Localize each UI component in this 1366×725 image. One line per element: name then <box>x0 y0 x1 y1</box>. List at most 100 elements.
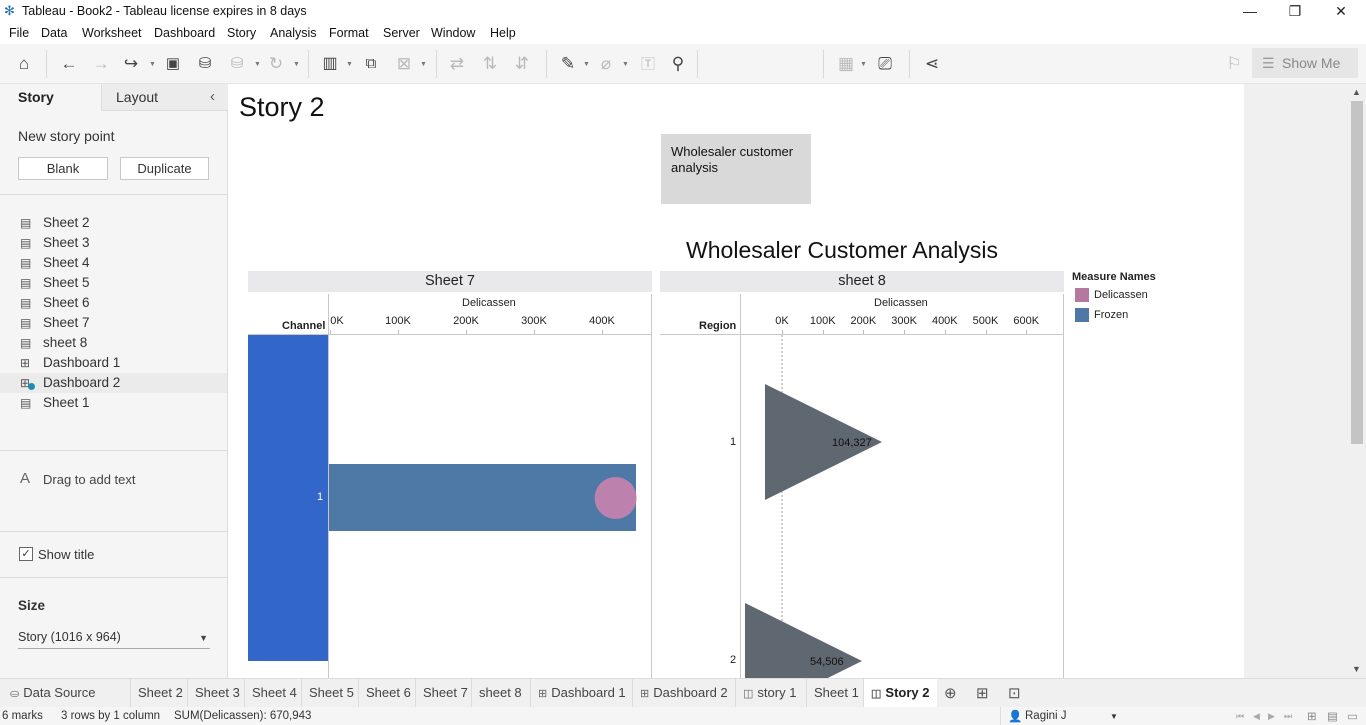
new-worksheet-dropdown-icon[interactable]: ▼ <box>346 61 353 68</box>
status-marks: 6 marks <box>2 710 43 722</box>
size-select[interactable]: Story (1016 x 964) ▼ <box>18 627 210 649</box>
tab-story[interactable]: Story <box>0 84 101 111</box>
tab-dashboard[interactable]: ⊞ Dashboard 2 <box>632 679 735 708</box>
tab-sheet[interactable]: Sheet 1 <box>806 679 863 708</box>
sheet-item[interactable]: ▤ sheet 8 <box>0 333 227 353</box>
sort-asc-icon[interactable]: ⇅ <box>478 52 502 76</box>
menu-data[interactable]: Data <box>41 26 67 40</box>
dashboard-icon: ⊞ <box>20 356 31 370</box>
prev-sheet-icon[interactable]: ◀ <box>1253 711 1260 722</box>
highlight-dropdown-icon[interactable]: ▼ <box>583 61 590 68</box>
save-icon[interactable]: ▣ <box>161 52 185 76</box>
tab-sheet[interactable]: Sheet 6 <box>358 679 415 708</box>
replay-dropdown-icon[interactable]: ▼ <box>149 61 156 68</box>
sheet-item[interactable]: ▤ Sheet 5 <box>0 273 227 293</box>
last-sheet-icon[interactable]: ⏭ <box>1284 711 1292 722</box>
tab-sheet[interactable]: Sheet 2 <box>130 679 187 708</box>
first-sheet-icon[interactable]: ⏮ <box>1236 711 1244 722</box>
show-cards-dropdown-icon[interactable]: ▼ <box>860 61 867 68</box>
tab-sheet[interactable]: Sheet 4 <box>244 679 301 708</box>
highlight-icon[interactable]: ✎ <box>556 52 580 76</box>
legend-swatch-frozen[interactable] <box>1075 308 1089 322</box>
undo-icon[interactable]: ← <box>57 52 81 76</box>
swap-icon[interactable]: ⇄ <box>445 52 469 76</box>
scroll-up-icon[interactable]: ▲ <box>1352 87 1361 97</box>
divider <box>0 194 227 195</box>
sheet-item[interactable]: ⊞ Dashboard 2 <box>0 373 227 393</box>
tab-data-source[interactable]: ⛀ Data Source <box>0 679 130 708</box>
show-me-button[interactable]: ☰ Show Me <box>1252 48 1358 78</box>
next-sheet-icon[interactable]: ▶ <box>1268 711 1275 722</box>
sheet-item[interactable]: ⊞ Dashboard 1 <box>0 353 227 373</box>
new-worksheet-icon[interactable]: ▥ <box>318 52 342 76</box>
collapse-icon[interactable]: ‹ <box>210 88 215 105</box>
new-worksheet-tab-icon[interactable]: ⊕ <box>944 684 957 702</box>
sheet-item[interactable]: ▤ Sheet 4 <box>0 253 227 273</box>
show-cards-icon[interactable]: ▦ <box>834 52 858 76</box>
clear-dropdown-icon[interactable]: ▼ <box>420 61 427 68</box>
legend-label-delicassen[interactable]: Delicassen <box>1094 289 1148 301</box>
menu-server[interactable]: Server <box>383 26 420 40</box>
new-story-tab-icon[interactable]: ⊡ <box>1008 684 1021 702</box>
home-icon[interactable]: ⌂ <box>12 52 36 76</box>
refresh-dropdown-icon[interactable]: ▼ <box>293 61 300 68</box>
menu-format[interactable]: Format <box>329 26 369 40</box>
menu-help[interactable]: Help <box>490 26 516 40</box>
menu-window[interactable]: Window <box>431 26 475 40</box>
restore-button[interactable]: ❐ <box>1272 0 1318 23</box>
clear-icon[interactable]: ⊠ <box>392 52 416 76</box>
fix-axes-icon[interactable]: ⚲ <box>666 52 690 76</box>
menu-file[interactable]: File <box>9 26 29 40</box>
tab-dashboard[interactable]: ⊞ Dashboard 1 <box>530 679 632 708</box>
legend-swatch-delicassen[interactable] <box>1075 288 1089 302</box>
paint-icon[interactable]: ⚐ <box>1222 52 1246 76</box>
vertical-scrollbar[interactable]: ▲ ▼ <box>1349 84 1366 678</box>
new-dashboard-tab-icon[interactable]: ⊞ <box>976 684 989 702</box>
menu-worksheet[interactable]: Worksheet <box>82 26 142 40</box>
duplicate-icon[interactable]: ⧉ <box>359 52 383 76</box>
new-data-source-icon[interactable]: ⛁ <box>193 52 217 76</box>
tab-label: story 1 <box>757 685 797 700</box>
redo-icon[interactable]: → <box>89 52 113 76</box>
group-dropdown-icon[interactable]: ▼ <box>622 61 629 68</box>
toolbar-separator <box>909 50 910 78</box>
tab-sheet[interactable]: sheet 8 <box>471 679 530 708</box>
sheet-item[interactable]: ▤ Sheet 6 <box>0 293 227 313</box>
replay-icon[interactable]: ↪ <box>119 52 143 76</box>
legend-label-frozen[interactable]: Frozen <box>1094 309 1128 321</box>
pause-updates-icon[interactable]: ⛁ <box>225 52 249 76</box>
sort-desc-icon[interactable]: ⇵ <box>510 52 534 76</box>
sheet-item[interactable]: ▤ Sheet 7 <box>0 313 227 333</box>
scroll-down-icon[interactable]: ▼ <box>1352 664 1361 674</box>
tab-layout[interactable]: Layout <box>101 84 228 111</box>
sheet-item[interactable]: ▤ Sheet 3 <box>0 233 227 253</box>
close-button[interactable]: ✕ <box>1318 0 1364 23</box>
drag-to-add-text[interactable]: Drag to add text <box>43 472 136 487</box>
tab-sheet[interactable]: Sheet 3 <box>187 679 244 708</box>
tab-story[interactable]: ◫ story 1 <box>735 679 806 708</box>
grid-view-icon[interactable]: ⊞ <box>1307 709 1317 723</box>
share-icon[interactable]: ⋖ <box>920 52 944 76</box>
group-icon[interactable]: ⌀ <box>594 52 618 76</box>
duplicate-button[interactable]: Duplicate <box>120 157 209 180</box>
tab-sheet[interactable]: Sheet 7 <box>415 679 471 708</box>
story-panel: Story Layout ‹ New story point Blank Dup… <box>0 84 228 678</box>
filmstrip-view-icon[interactable]: ▤ <box>1327 709 1338 723</box>
sheet-item[interactable]: ▤ Sheet 2 <box>0 213 227 233</box>
presentation-icon[interactable]: ⎚ <box>873 52 897 76</box>
tab-story-active[interactable]: ◫ Story 2 <box>863 679 937 708</box>
show-title-checkbox[interactable]: ✓ <box>19 547 33 561</box>
minimize-button[interactable]: — <box>1227 0 1273 23</box>
refresh-icon[interactable]: ↻ <box>264 52 288 76</box>
menu-story[interactable]: Story <box>227 26 256 40</box>
blank-button[interactable]: Blank <box>18 157 108 180</box>
label-icon[interactable]: 🅃 <box>636 52 660 76</box>
sheet-item-label: Sheet 1 <box>43 395 90 410</box>
sheet-item[interactable]: ▤ Sheet 1 <box>0 393 227 413</box>
tab-sheet[interactable]: Sheet 5 <box>301 679 358 708</box>
scrollbar-thumb[interactable] <box>1351 101 1363 444</box>
menu-analysis[interactable]: Analysis <box>270 26 317 40</box>
menu-dashboard[interactable]: Dashboard <box>154 26 215 40</box>
tab-view-icon[interactable]: ▭ <box>1347 709 1358 723</box>
pause-dropdown-icon[interactable]: ▼ <box>254 61 261 68</box>
